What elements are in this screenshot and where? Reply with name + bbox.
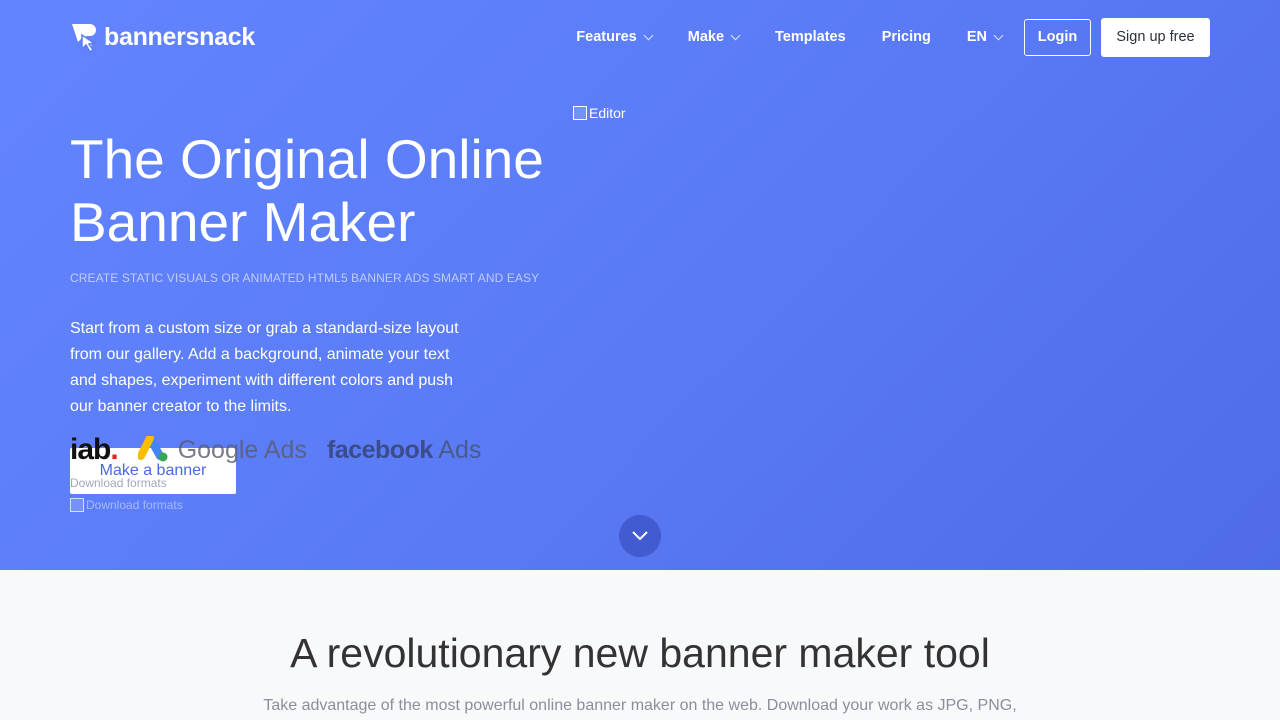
partner-logos: iab. Google Ads facebook Ads: [70, 430, 481, 470]
hero-subtitle: CREATE STATIC VISUALS OR ANIMATED HTML5 …: [70, 271, 540, 285]
nav-templates-label: Templates: [775, 29, 846, 45]
chevron-down-icon: [632, 531, 648, 541]
broken-image-icon: [70, 498, 84, 512]
nav-pricing-label: Pricing: [881, 29, 931, 45]
download-formats-image: Download formats: [70, 498, 183, 512]
facebook-ads-logo: facebook Ads: [327, 436, 481, 465]
download-formats-alt: Download formats: [86, 498, 183, 512]
google-ads-logo: Google Ads: [137, 435, 307, 465]
section-title: A revolutionary new banner maker tool: [290, 630, 990, 676]
iab-logo: iab.: [70, 433, 119, 467]
iab-logo-dot: .: [110, 433, 118, 466]
brand-name: bannersnack: [104, 22, 255, 51]
language-selector[interactable]: EN: [966, 29, 1004, 45]
cursor-logo-icon: [72, 24, 96, 53]
scroll-down-button[interactable]: [619, 515, 661, 557]
main-nav: Features Make Templates Pricing EN Login…: [576, 17, 1210, 57]
chevron-down-icon: [993, 30, 1004, 40]
hero-title-line2: Banner Maker: [70, 191, 416, 253]
facebook-ads-suffix: Ads: [432, 435, 482, 464]
download-formats-text: Download formats: [70, 476, 167, 490]
section-description: Take advantage of the most powerful onli…: [263, 697, 1017, 714]
nav-make-label: Make: [687, 29, 725, 45]
facebook-text: facebook: [326, 435, 433, 464]
nav-pricing[interactable]: Pricing: [882, 29, 931, 45]
broken-image-icon: [573, 106, 587, 120]
hero-title: The Original Online Banner Maker: [70, 128, 590, 254]
nav-templates[interactable]: Templates: [775, 29, 846, 45]
chevron-down-icon: [730, 30, 741, 40]
hero-title-line1: The Original Online: [70, 128, 544, 190]
signup-button[interactable]: Sign up free: [1101, 17, 1210, 57]
iab-logo-text: iab: [70, 433, 111, 466]
editor-image: Editor: [573, 105, 626, 121]
nav-make[interactable]: Make: [687, 29, 741, 45]
google-ads-icon: [137, 436, 168, 462]
hero-section: bannersnack Features Make Templates Pric…: [0, 0, 1280, 570]
brand-logo[interactable]: bannersnack: [70, 20, 255, 54]
nav-features-label: Features: [576, 29, 637, 45]
google-ads-text: Google Ads: [177, 435, 307, 464]
chevron-down-icon: [643, 30, 654, 40]
hero-description: Start from a custom size or grab a stand…: [70, 320, 459, 415]
login-button[interactable]: Login: [1024, 18, 1091, 56]
editor-image-alt: Editor: [589, 105, 626, 121]
nav-features[interactable]: Features: [576, 29, 654, 45]
language-label: EN: [966, 29, 987, 45]
